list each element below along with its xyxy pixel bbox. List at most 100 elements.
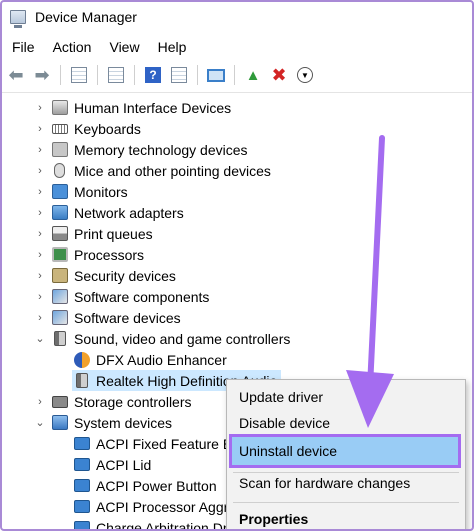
storage-icon bbox=[52, 395, 68, 408]
menu-file[interactable]: File bbox=[2, 39, 43, 55]
toolbar-separator bbox=[197, 65, 198, 85]
toolbar-separator bbox=[234, 65, 235, 85]
chevron-right-icon[interactable]: › bbox=[34, 123, 46, 135]
tree-item-label: Software devices bbox=[74, 309, 181, 326]
chevron-right-icon[interactable]: › bbox=[34, 228, 46, 240]
tree-item-network-adapters[interactable]: › Network adapters bbox=[34, 202, 184, 223]
tree-item-label: Sound, video and game controllers bbox=[74, 330, 291, 347]
context-menu: Update driver Disable device Uninstall d… bbox=[226, 379, 466, 529]
tree-item-label: Print queues bbox=[74, 225, 153, 242]
menu-help[interactable]: Help bbox=[148, 39, 195, 55]
sheet-icon[interactable] bbox=[106, 65, 126, 85]
context-disable-device[interactable]: Disable device bbox=[239, 412, 330, 434]
tree-item-label: Keyboards bbox=[74, 120, 141, 137]
chevron-right-icon[interactable]: › bbox=[34, 144, 46, 156]
security-icon bbox=[52, 268, 68, 283]
acpi-icon bbox=[74, 521, 90, 529]
tree-item-processors[interactable]: › Processors bbox=[34, 244, 144, 265]
tree-item-memory-technology-devices[interactable]: › Memory technology devices bbox=[34, 139, 248, 160]
monitor-icon bbox=[52, 184, 68, 199]
context-properties[interactable]: Properties bbox=[239, 508, 308, 529]
dfx-icon bbox=[74, 351, 90, 368]
tree-item-keyboards[interactable]: › Keyboards bbox=[34, 118, 141, 139]
chevron-right-icon[interactable]: › bbox=[34, 396, 46, 408]
tree-item-dfx-audio-enhancer[interactable]: DFX Audio Enhancer bbox=[74, 349, 227, 370]
chevron-right-icon[interactable]: › bbox=[34, 249, 46, 261]
toolbar: ⬅ ➡ ? ▲ ✖ ▼ bbox=[2, 62, 472, 88]
tree-item-print-queues[interactable]: › Print queues bbox=[34, 223, 153, 244]
window-title: Device Manager bbox=[35, 9, 137, 25]
properties-icon[interactable] bbox=[69, 65, 89, 85]
tree-item-sound-video-game[interactable]: ⌄ Sound, video and game controllers bbox=[34, 328, 290, 349]
tree-item-label: Human Interface Devices bbox=[74, 99, 232, 116]
acpi-icon bbox=[74, 437, 90, 450]
tree-item-mice[interactable]: › Mice and other pointing devices bbox=[34, 160, 271, 181]
tree-item-label: Processors bbox=[74, 246, 145, 263]
system-icon bbox=[52, 415, 68, 430]
printer-icon bbox=[52, 226, 68, 241]
tree-item-label: ACPI Lid bbox=[96, 456, 152, 473]
tree-item-software-components[interactable]: › Software components bbox=[34, 286, 209, 307]
tree-item-acpi-power-button[interactable]: ACPI Power Button bbox=[74, 475, 217, 496]
chevron-right-icon[interactable]: › bbox=[34, 207, 46, 219]
chevron-right-icon[interactable]: › bbox=[34, 102, 46, 114]
toolbar-separator bbox=[60, 65, 61, 85]
tree-item-software-devices[interactable]: › Software devices bbox=[34, 307, 181, 328]
update-driver-icon[interactable] bbox=[169, 65, 189, 85]
device-manager-window: Device Manager File Action View Help ⬅ ➡… bbox=[0, 0, 474, 531]
sound-icon bbox=[54, 331, 66, 346]
menu-action[interactable]: Action bbox=[43, 39, 100, 55]
chevron-down-icon[interactable]: ⌄ bbox=[34, 416, 46, 429]
forward-arrow-icon[interactable]: ➡ bbox=[32, 65, 52, 85]
chevron-down-icon[interactable]: ⌄ bbox=[34, 332, 46, 345]
mouse-icon bbox=[54, 163, 65, 178]
device-manager-app-icon bbox=[10, 10, 26, 28]
monitor-icon[interactable] bbox=[206, 65, 226, 85]
context-uninstall-device[interactable]: Uninstall device bbox=[239, 440, 337, 462]
tree-item-system-devices[interactable]: ⌄ System devices bbox=[34, 412, 172, 433]
tree-item-monitors[interactable]: › Monitors bbox=[34, 181, 128, 202]
help-icon[interactable]: ? bbox=[143, 65, 163, 85]
toolbar-divider bbox=[2, 92, 472, 93]
chevron-right-icon[interactable]: › bbox=[34, 270, 46, 282]
acpi-icon bbox=[74, 500, 90, 513]
tree-item-acpi-lid[interactable]: ACPI Lid bbox=[74, 454, 151, 475]
network-icon bbox=[52, 205, 68, 220]
tree-item-label: Storage controllers bbox=[74, 393, 192, 410]
speaker-icon bbox=[76, 373, 88, 388]
context-scan-hardware[interactable]: Scan for hardware changes bbox=[239, 472, 410, 494]
tree-item-label: DFX Audio Enhancer bbox=[96, 351, 227, 368]
chevron-right-icon[interactable]: › bbox=[34, 186, 46, 198]
keyboard-icon bbox=[52, 123, 68, 134]
hid-icon bbox=[52, 100, 68, 115]
tree-item-label: Monitors bbox=[74, 183, 128, 200]
title-bar: Device Manager bbox=[2, 2, 472, 32]
chevron-right-icon[interactable]: › bbox=[34, 165, 46, 177]
memory-icon bbox=[52, 142, 68, 157]
tree-item-storage-controllers[interactable]: › Storage controllers bbox=[34, 391, 192, 412]
tree-item-label: Security devices bbox=[74, 267, 176, 284]
tree-item-human-interface-devices[interactable]: › Human Interface Devices bbox=[34, 97, 231, 118]
tree-item-label: System devices bbox=[74, 414, 173, 431]
software-icon bbox=[52, 289, 68, 304]
tree-item-security-devices[interactable]: › Security devices bbox=[34, 265, 176, 286]
tree-item-label: ACPI Power Button bbox=[96, 477, 217, 494]
toolbar-separator bbox=[134, 65, 135, 85]
tree-item-label: Network adapters bbox=[74, 204, 184, 221]
processor-icon bbox=[52, 247, 68, 262]
tree-item-label: Software components bbox=[74, 288, 210, 305]
menu-bar: File Action View Help bbox=[2, 36, 194, 58]
back-arrow-icon[interactable]: ⬅ bbox=[6, 65, 26, 85]
acpi-icon bbox=[74, 479, 90, 492]
tree-item-label: Memory technology devices bbox=[74, 141, 248, 158]
annotation-arrow-shaft bbox=[367, 135, 385, 390]
enable-icon[interactable]: ▲ bbox=[243, 65, 263, 85]
software-icon bbox=[52, 310, 68, 325]
tree-item-charge-arbitration-driver[interactable]: Charge Arbitration Driver bbox=[74, 517, 250, 529]
menu-view[interactable]: View bbox=[99, 39, 147, 55]
chevron-right-icon[interactable]: › bbox=[34, 291, 46, 303]
chevron-right-icon[interactable]: › bbox=[34, 312, 46, 324]
uninstall-x-icon[interactable]: ✖ bbox=[269, 65, 289, 85]
download-icon[interactable]: ▼ bbox=[295, 65, 315, 85]
context-update-driver[interactable]: Update driver bbox=[239, 386, 323, 408]
